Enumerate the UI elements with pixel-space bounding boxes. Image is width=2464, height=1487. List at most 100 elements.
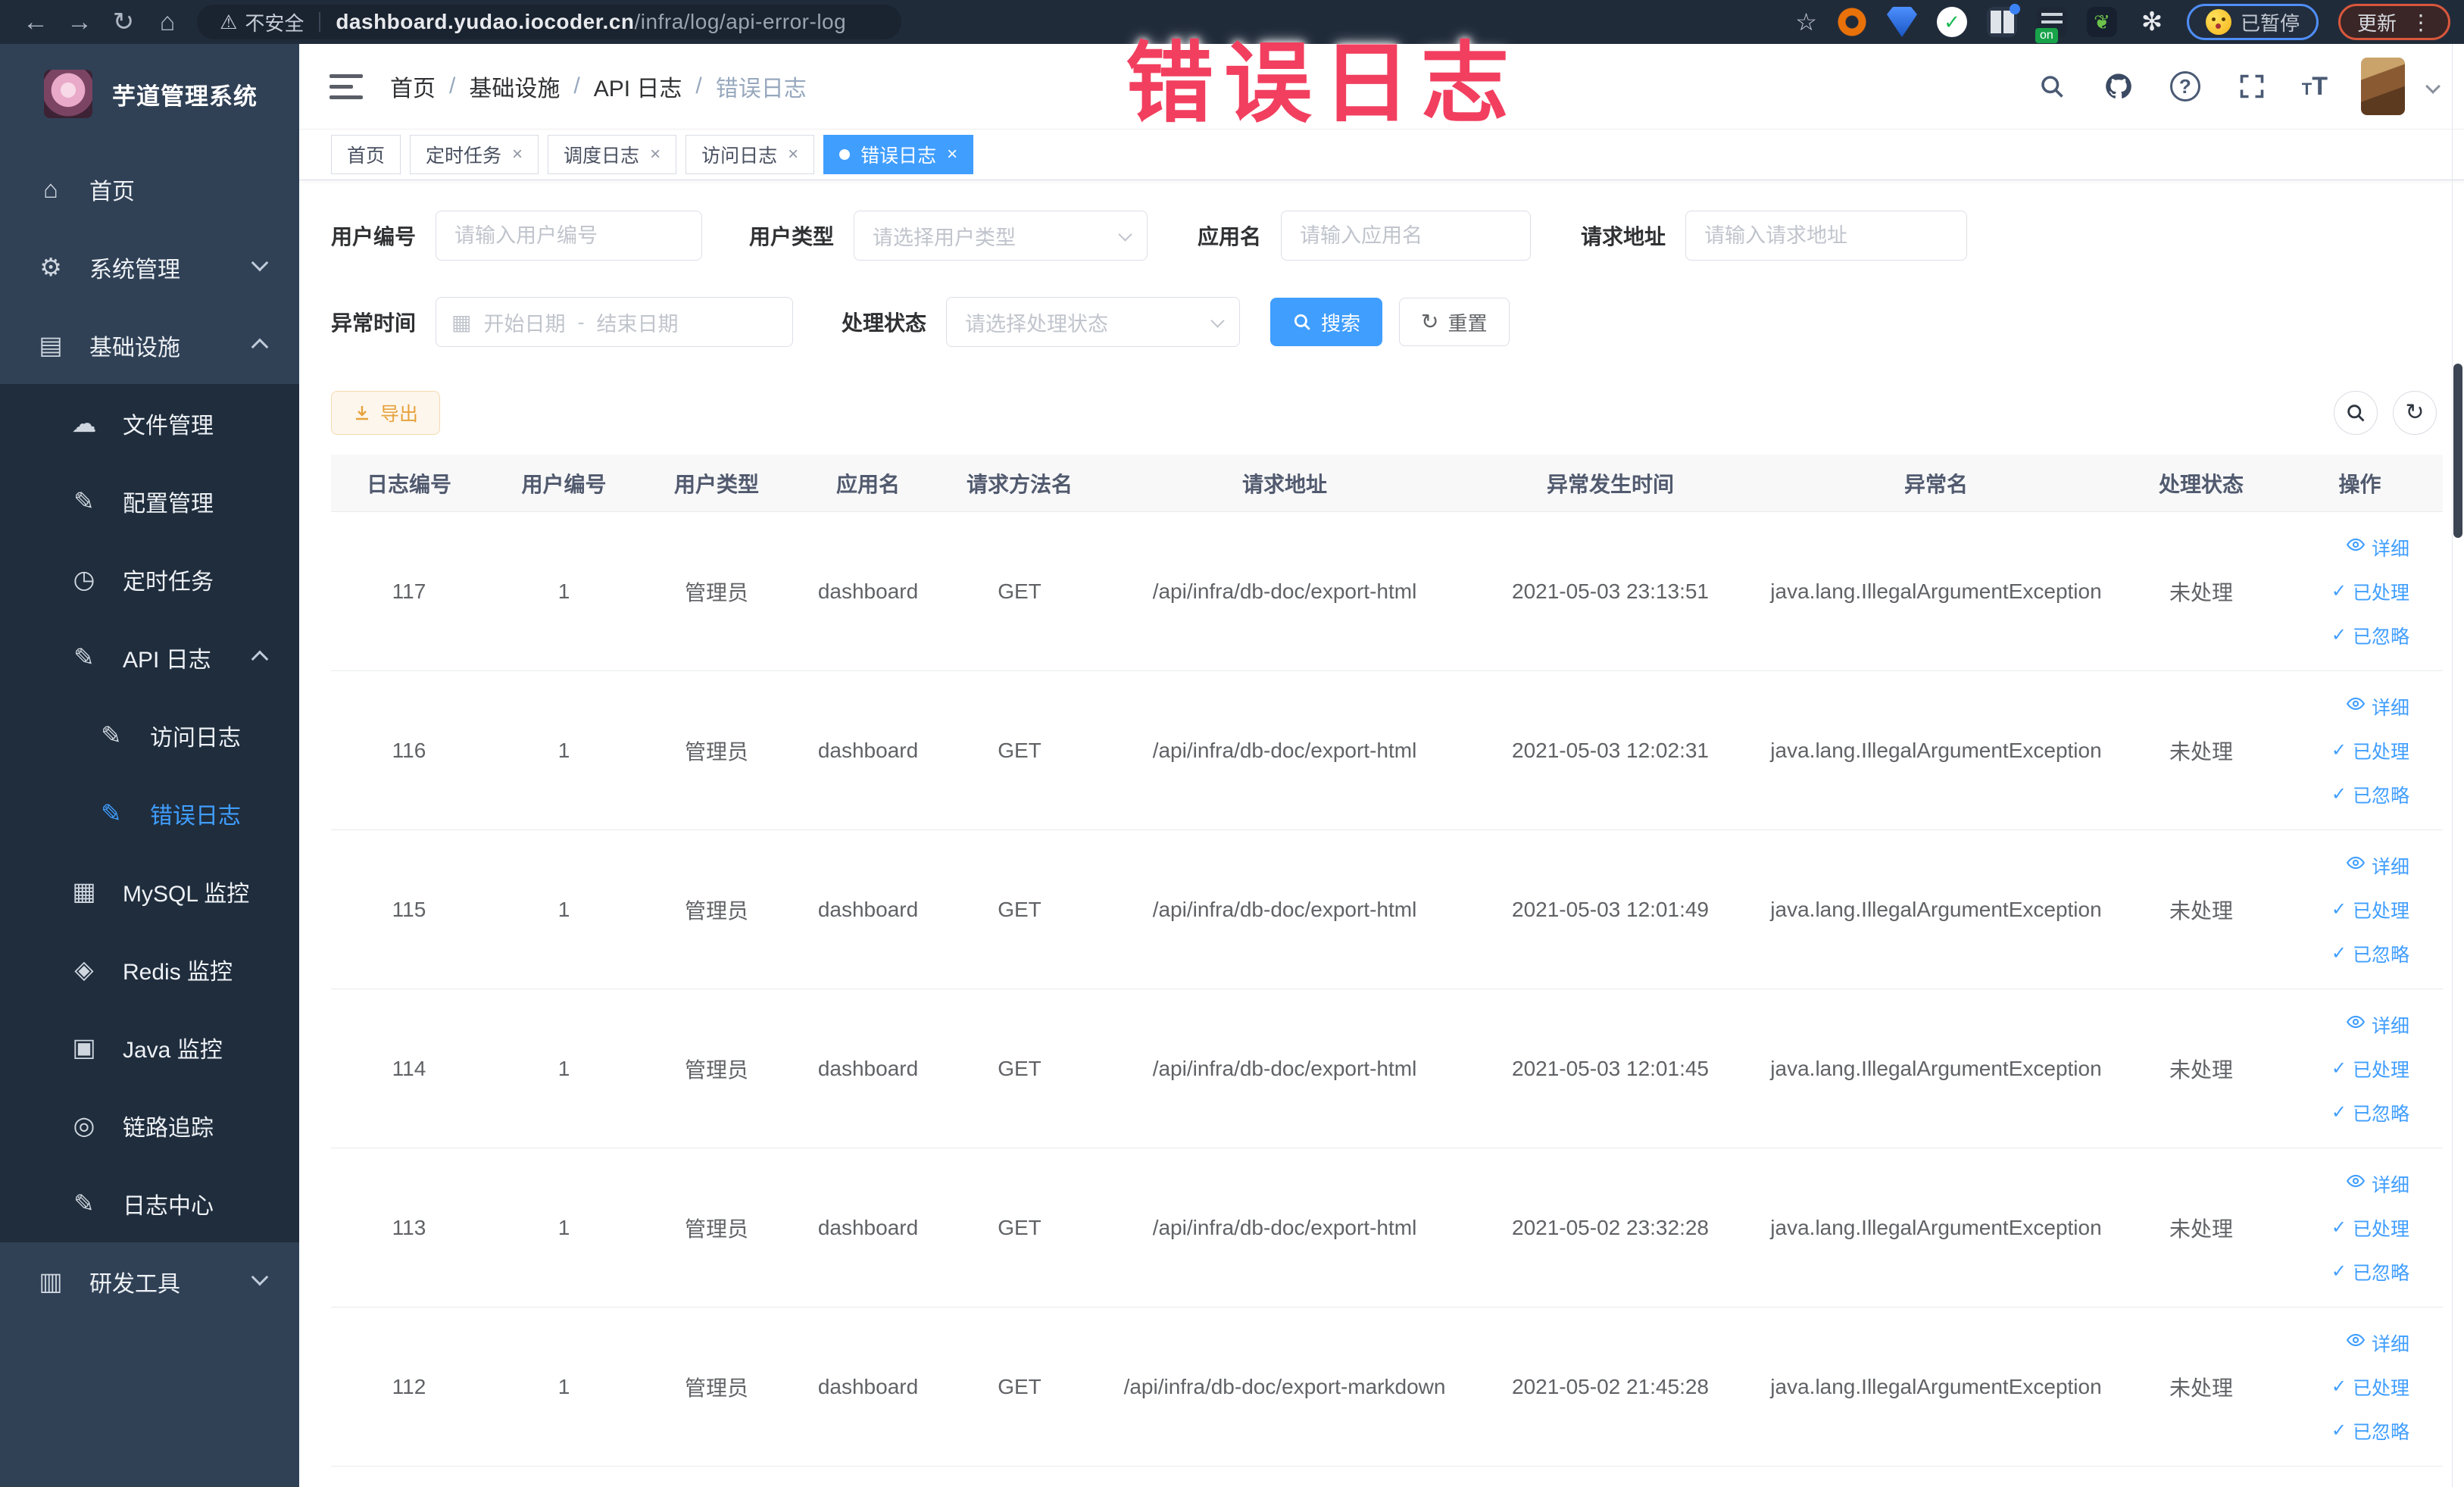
sidebar-item-label: 错误日志 — [150, 803, 241, 829]
search-icon[interactable] — [2035, 70, 2069, 103]
exception-time-range-picker[interactable]: ▦ 开始日期 - 结束日期 — [436, 297, 794, 347]
sidebar-item-访问日志[interactable]: ✎ 访问日志 — [0, 696, 299, 774]
github-icon[interactable] — [2102, 70, 2135, 103]
process-status-label: 处理状态 — [842, 311, 927, 335]
search-button[interactable]: 搜索 — [1270, 298, 1383, 346]
action-详细[interactable]: 详细 — [2346, 852, 2409, 879]
action-已忽略[interactable]: ✓ 已忽略 — [2331, 781, 2409, 808]
breadcrumb-item[interactable]: API 日志 — [594, 70, 682, 103]
cell-1: 1 — [557, 1215, 570, 1239]
reset-button[interactable]: ↻ 重置 — [1399, 298, 1510, 346]
close-icon[interactable]: × — [947, 144, 957, 165]
action-详细[interactable]: 详细 — [2346, 1170, 2409, 1198]
action-详细[interactable]: 详细 — [2346, 1329, 2409, 1357]
user-id-input[interactable] — [436, 211, 703, 261]
browser-back-icon[interactable]: ← — [14, 8, 58, 37]
app-logo-row[interactable]: 芋道管理系统 — [0, 44, 299, 138]
font-size-icon[interactable]: TT — [2302, 72, 2328, 102]
extension-icon-1[interactable] — [1836, 7, 1867, 37]
sidebar-item-MySQL-监控[interactable]: ▦ MySQL 监控 — [0, 852, 299, 930]
action-已处理[interactable]: ✓ 已处理 — [2331, 578, 2409, 605]
breadcrumb-item[interactable]: 基础设施 — [469, 70, 560, 103]
scrollbar-thumb[interactable] — [2453, 364, 2462, 538]
sidebar-item-首页[interactable]: ⌂ 首页 — [0, 150, 299, 228]
browser-home-icon[interactable]: ⌂ — [145, 8, 189, 37]
close-icon[interactable]: × — [512, 144, 523, 165]
close-icon[interactable]: × — [650, 144, 661, 165]
action-详细[interactable]: 详细 — [2346, 1011, 2409, 1039]
eye-icon — [2346, 694, 2366, 719]
request-url-input[interactable] — [1685, 211, 1968, 261]
browser-menu-icon[interactable]: ⋮ — [2410, 10, 2431, 35]
action-已处理[interactable]: ✓ 已处理 — [2331, 737, 2409, 764]
sidebar-item-错误日志[interactable]: ✎ 错误日志 — [0, 774, 299, 852]
cell-5: /api/infra/db-doc/export-html — [1152, 897, 1417, 921]
action-已处理[interactable]: ✓ 已处理 — [2331, 1055, 2409, 1082]
profile-paused-pill[interactable]: 已暂停 — [2186, 4, 2319, 40]
extension-icon-4[interactable] — [1986, 4, 2020, 37]
tab-首页[interactable]: 首页 — [331, 135, 401, 174]
browser-update-button[interactable]: 更新 ⋮ — [2338, 4, 2450, 40]
tab-调度日志[interactable]: 调度日志 × — [548, 135, 677, 174]
download-icon — [356, 406, 368, 420]
sidebar-item-基础设施[interactable]: ▤ 基础设施 — [0, 306, 299, 384]
collapse-sidebar-icon[interactable] — [329, 67, 363, 106]
cell-3: dashboard — [817, 579, 919, 603]
bookmark-star-icon[interactable]: ☆ — [1795, 8, 1817, 36]
breadcrumb-item[interactable]: 首页 — [390, 70, 436, 103]
action-已处理[interactable]: ✓ 已处理 — [2331, 1214, 2409, 1242]
process-status-select[interactable]: 请选择处理状态 — [946, 297, 1241, 347]
sidebar-item-链路追踪[interactable]: ◎ 链路追踪 — [0, 1086, 299, 1164]
security-warning[interactable]: ⚠ 不安全 — [220, 8, 304, 36]
action-已忽略[interactable]: ✓ 已忽略 — [2331, 940, 2409, 967]
extension-icon-5[interactable] — [2035, 7, 2067, 43]
sidebar-item-系统管理[interactable]: ⚙ 系统管理 — [0, 228, 299, 306]
sidebar-item-label: 配置管理 — [123, 491, 214, 517]
sidebar-item-定时任务[interactable]: ◷ 定时任务 — [0, 540, 299, 618]
cell-7: java.lang.IllegalArgumentException — [1770, 1215, 2102, 1239]
export-button[interactable]: 导出 — [331, 391, 441, 435]
sidebar-item-配置管理[interactable]: ✎ 配置管理 — [0, 462, 299, 540]
browser-reload-icon[interactable]: ↻ — [101, 7, 145, 37]
action-已处理[interactable]: ✓ 已处理 — [2331, 896, 2409, 923]
app-name-input[interactable] — [1281, 211, 1532, 261]
profile-emoji-icon — [2205, 9, 2231, 35]
help-icon[interactable]: ? — [2169, 70, 2202, 103]
action-已忽略[interactable]: ✓ 已忽略 — [2331, 1417, 2409, 1445]
address-bar[interactable]: ⚠ 不安全 dashboard.yudao.iocoder.cn/infra/lo… — [197, 5, 901, 39]
sidebar-item-API-日志[interactable]: ✎ API 日志 — [0, 618, 299, 696]
avatar-caret-icon[interactable] — [2425, 79, 2441, 94]
action-label: 已忽略 — [2352, 1103, 2409, 1125]
action-详细[interactable]: 详细 — [2346, 693, 2409, 720]
sidebar-item-Redis-监控[interactable]: ◈ Redis 监控 — [0, 930, 299, 1008]
toggle-search-button[interactable] — [2334, 391, 2378, 435]
sidebar-item-日志中心[interactable]: ✎ 日志中心 — [0, 1164, 299, 1242]
sidebar-item-Java-监控[interactable]: ▣ Java 监控 — [0, 1008, 299, 1086]
page-url[interactable]: dashboard.yudao.iocoder.cn/infra/log/api… — [336, 10, 846, 34]
action-已处理[interactable]: ✓ 已处理 — [2331, 1373, 2409, 1401]
eye-icon — [2346, 1012, 2366, 1037]
sidebar-item-研发工具[interactable]: ▥ 研发工具 — [0, 1242, 299, 1320]
user-avatar[interactable] — [2361, 58, 2405, 115]
action-详细[interactable]: 详细 — [2346, 534, 2409, 561]
tab-label: 首页 — [347, 145, 386, 167]
refresh-table-button[interactable]: ↻ — [2393, 391, 2437, 435]
close-icon[interactable]: × — [788, 144, 798, 165]
browser-forward-icon[interactable]: → — [58, 8, 101, 37]
extension-icon-2[interactable] — [1886, 7, 1917, 37]
trace-icon: ◎ — [73, 1111, 95, 1139]
calendar-icon: ▦ — [451, 310, 472, 334]
fullscreen-icon[interactable] — [2235, 70, 2269, 103]
extension-icon-3[interactable] — [1936, 7, 1967, 37]
cell-3: dashboard — [817, 897, 919, 921]
sidebar-item-文件管理[interactable]: ☁ 文件管理 — [0, 384, 299, 462]
extension-icon-6[interactable] — [2086, 7, 2117, 37]
extension-icon-7[interactable] — [2137, 7, 2167, 37]
tab-访问日志[interactable]: 访问日志 × — [685, 135, 815, 174]
action-已忽略[interactable]: ✓ 已忽略 — [2331, 1099, 2409, 1126]
action-已忽略[interactable]: ✓ 已忽略 — [2331, 1258, 2409, 1286]
user-type-select[interactable]: 请选择用户类型 — [854, 211, 1148, 261]
tab-定时任务[interactable]: 定时任务 × — [410, 135, 539, 174]
tab-错误日志[interactable]: 错误日志 × — [823, 135, 974, 174]
action-已忽略[interactable]: ✓ 已忽略 — [2331, 622, 2409, 649]
